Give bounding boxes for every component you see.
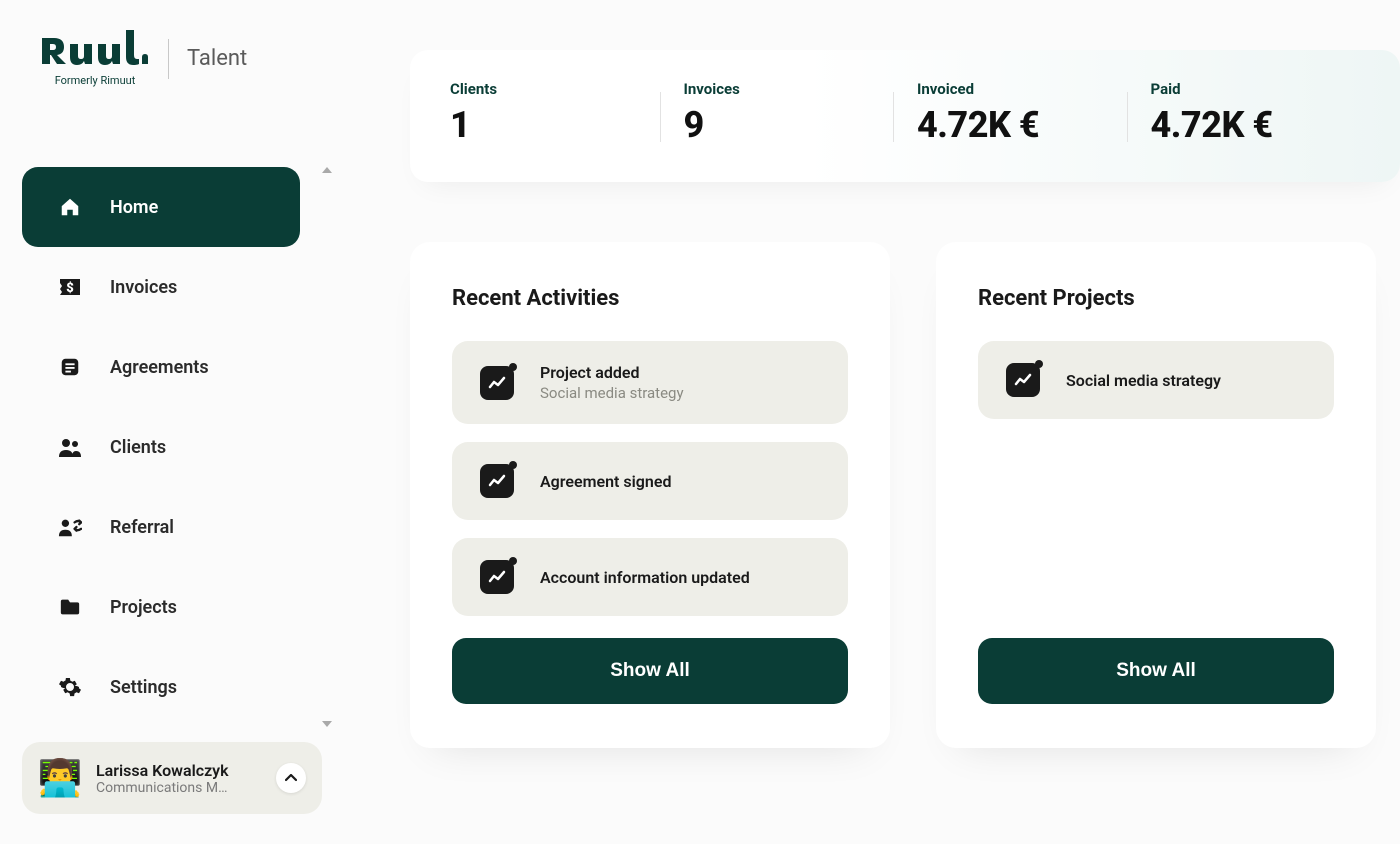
main: Clients 1 Invoices 9 Invoiced 4.72K € Pa…	[340, 0, 1400, 844]
sidebar-item-projects[interactable]: Projects	[22, 567, 300, 647]
stat-value: 9	[684, 104, 870, 146]
sidebar-item-label: Projects	[110, 597, 177, 618]
activity-text: Project added Social media strategy	[540, 363, 684, 402]
profile-name: Larissa Kowalczyk	[96, 761, 262, 780]
product-name: Talent	[187, 46, 247, 71]
sidebar: Formerly Rimuut Talent Home $ Invoices	[0, 0, 340, 844]
show-all-activities-button[interactable]: Show All	[452, 638, 848, 704]
show-all-projects-button[interactable]: Show All	[978, 638, 1334, 704]
profile-text: Larissa Kowalczyk Communications M…	[96, 761, 262, 796]
stat-label: Invoices	[684, 80, 870, 98]
activity-item[interactable]: Account information updated	[452, 538, 848, 616]
project-item[interactable]: Social media strategy	[978, 341, 1334, 419]
sidebar-item-label: Invoices	[110, 277, 177, 298]
cards-row: Recent Activities Project added Social m…	[410, 242, 1400, 748]
stat-value: 1	[450, 104, 636, 146]
activity-text: Agreement signed	[540, 472, 671, 491]
stat-clients: Clients 1	[450, 80, 660, 146]
activity-title: Agreement signed	[540, 472, 671, 491]
scrollbar-up-icon[interactable]	[322, 167, 332, 173]
logo-icon	[40, 30, 150, 72]
nav: Home $ Invoices Agreements Clients	[0, 167, 340, 727]
chevron-up-icon[interactable]	[276, 763, 306, 793]
card-title: Recent Projects	[978, 286, 1334, 311]
sidebar-item-agreements[interactable]: Agreements	[22, 327, 300, 407]
activity-item[interactable]: Project added Social media strategy	[452, 341, 848, 424]
project-text: Social media strategy	[1066, 371, 1221, 390]
home-icon	[58, 195, 82, 219]
project-list: Social media strategy	[978, 341, 1334, 419]
referral-icon	[58, 515, 82, 539]
profile-role: Communications M…	[96, 780, 262, 796]
recent-activities-card: Recent Activities Project added Social m…	[410, 242, 890, 748]
profile-card[interactable]: 👨‍💻 Larissa Kowalczyk Communications M…	[22, 742, 322, 814]
folder-icon	[58, 595, 82, 619]
stat-value: 4.72K €	[1151, 104, 1337, 146]
activity-title: Account information updated	[540, 568, 750, 587]
stat-label: Clients	[450, 80, 636, 98]
sidebar-item-label: Settings	[110, 677, 177, 698]
scrollbar-down-icon[interactable]	[322, 721, 332, 727]
gear-icon	[58, 675, 82, 699]
stat-invoices: Invoices 9	[660, 80, 894, 146]
stat-label: Invoiced	[917, 80, 1103, 98]
stat-label: Paid	[1151, 80, 1337, 98]
stat-value: 4.72K €	[917, 104, 1103, 146]
logo-divider	[168, 39, 169, 79]
stat-invoiced: Invoiced 4.72K €	[893, 80, 1127, 146]
stat-paid: Paid 4.72K €	[1127, 80, 1361, 146]
activity-text: Account information updated	[540, 568, 750, 587]
activity-sub: Social media strategy	[540, 384, 684, 402]
sidebar-item-label: Clients	[110, 437, 166, 458]
document-icon	[58, 355, 82, 379]
sidebar-item-label: Home	[110, 197, 158, 218]
chart-icon	[480, 560, 514, 594]
logo[interactable]: Formerly Rimuut	[40, 30, 150, 87]
sidebar-item-clients[interactable]: Clients	[22, 407, 300, 487]
people-icon	[58, 435, 82, 459]
sidebar-item-referral[interactable]: Referral	[22, 487, 300, 567]
sidebar-item-settings[interactable]: Settings	[22, 647, 300, 727]
sidebar-item-home[interactable]: Home	[22, 167, 300, 247]
project-title: Social media strategy	[1066, 371, 1221, 390]
logo-area: Formerly Rimuut Talent	[0, 30, 340, 87]
sidebar-item-invoices[interactable]: $ Invoices	[22, 247, 300, 327]
chart-icon	[480, 366, 514, 400]
recent-projects-card: Recent Projects Social media strategy Sh…	[936, 242, 1376, 748]
stats-bar: Clients 1 Invoices 9 Invoiced 4.72K € Pa…	[410, 50, 1400, 182]
chart-icon	[1006, 363, 1040, 397]
chart-icon	[480, 464, 514, 498]
svg-text:$: $	[66, 281, 74, 296]
activity-list: Project added Social media strategy Agre…	[452, 341, 848, 616]
activity-title: Project added	[540, 363, 684, 382]
card-title: Recent Activities	[452, 286, 848, 311]
scrollbar[interactable]	[322, 167, 332, 727]
sidebar-item-label: Agreements	[110, 357, 209, 378]
activity-item[interactable]: Agreement signed	[452, 442, 848, 520]
logo-subtitle: Formerly Rimuut	[40, 74, 150, 87]
sidebar-item-label: Referral	[110, 517, 174, 538]
invoice-icon: $	[58, 275, 82, 299]
avatar: 👨‍💻	[38, 756, 82, 800]
